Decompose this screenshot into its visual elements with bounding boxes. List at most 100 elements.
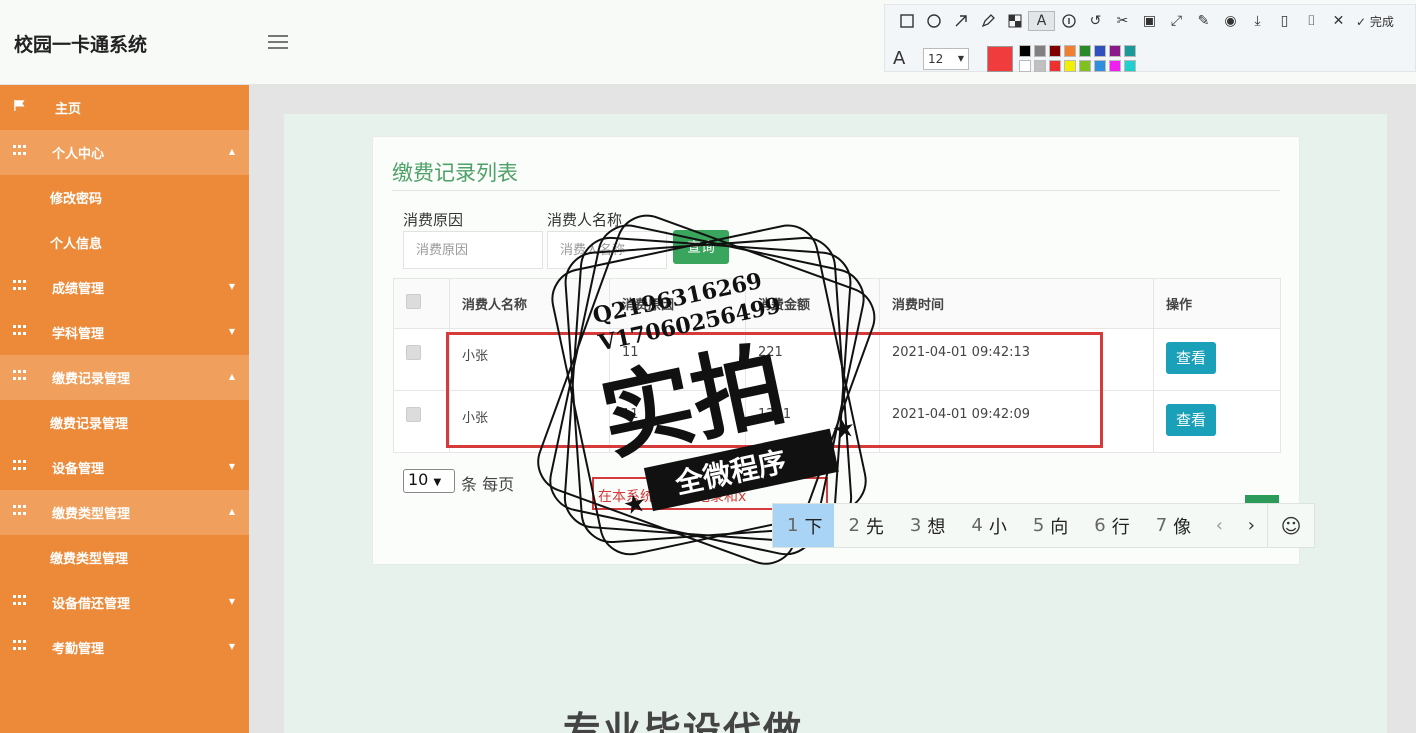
- cell-actions: 查看: [1153, 328, 1281, 391]
- rectangle-tool-icon[interactable]: [893, 11, 920, 31]
- fullscreen-icon[interactable]: ⤢: [1163, 11, 1190, 31]
- view-button[interactable]: 查看: [1166, 404, 1216, 436]
- color-swatch[interactable]: [1094, 60, 1106, 72]
- ellipse-tool-icon[interactable]: [920, 11, 947, 31]
- page-size-value: 10: [408, 470, 429, 489]
- chevron-up-icon: ▲: [228, 147, 235, 156]
- column-header-name[interactable]: 消费人名称: [449, 278, 610, 329]
- sidebar-item-home[interactable]: 主页: [0, 85, 249, 130]
- sidebar-group-payment-types[interactable]: 缴费类型管理 ▲: [0, 490, 249, 535]
- arrow-tool-icon[interactable]: [947, 11, 974, 31]
- menu-toggle-icon[interactable]: [268, 35, 288, 49]
- sidebar-group-personal-center[interactable]: 个人中心 ▲: [0, 130, 249, 175]
- ime-candidate[interactable]: 3想: [896, 504, 957, 547]
- ime-candidate[interactable]: 7像: [1142, 504, 1203, 547]
- pin-icon[interactable]: ✎: [1190, 11, 1217, 31]
- chevron-down-icon: ▼: [228, 282, 235, 291]
- column-header-reason[interactable]: 消费原因: [609, 278, 746, 329]
- ime-next-page-icon[interactable]: ›: [1236, 504, 1269, 547]
- row-checkbox[interactable]: [406, 345, 421, 360]
- records-table: 消费人名称 消费原因 消费金额 消费时间 操作 小张 11 221 2021-0…: [393, 278, 1281, 453]
- color-swatch[interactable]: [1124, 60, 1136, 72]
- grid-icon: [13, 595, 26, 606]
- color-swatch[interactable]: [1019, 60, 1031, 72]
- undo-icon[interactable]: ↺: [1082, 11, 1109, 31]
- reason-input[interactable]: [403, 231, 543, 269]
- chevron-up-icon: ▲: [228, 372, 235, 381]
- title-divider: [392, 190, 1280, 191]
- cell-reason: 11: [609, 328, 746, 391]
- color-swatch[interactable]: [1034, 60, 1046, 72]
- flag-icon: [14, 100, 25, 111]
- row-select-cell: [393, 390, 450, 453]
- color-swatch[interactable]: [1049, 45, 1061, 57]
- ime-candidate[interactable]: 2先: [834, 504, 895, 547]
- ime-candidate[interactable]: 5向: [1019, 504, 1080, 547]
- download-icon[interactable]: ⤓: [1244, 11, 1271, 31]
- color-swatch[interactable]: [1034, 45, 1046, 57]
- sidebar-group-equipment-loans[interactable]: 设备借还管理 ▼: [0, 580, 249, 625]
- sidebar-subitem-personal-info[interactable]: 个人信息: [0, 220, 249, 265]
- close-icon[interactable]: ✕: [1325, 11, 1352, 31]
- font-size-select[interactable]: 12 ▼: [923, 47, 969, 70]
- records-card: 缴费记录列表 消费原因 消费人名称 查询 消费人名称 消费原因 消费金额 消费时…: [372, 136, 1300, 565]
- color-swatch[interactable]: [1109, 60, 1121, 72]
- column-header-time[interactable]: 消费时间: [879, 278, 1154, 329]
- pencil-tool-icon[interactable]: [974, 11, 1001, 31]
- ime-prev-page-icon[interactable]: ‹: [1203, 515, 1235, 536]
- color-palette: [1019, 45, 1136, 72]
- number-marker-tool-icon[interactable]: [1055, 11, 1082, 31]
- sidebar-item-label: 成绩管理: [52, 282, 105, 297]
- chevron-down-icon: ▼: [228, 462, 235, 471]
- row-checkbox[interactable]: [406, 407, 421, 422]
- view-button[interactable]: 查看: [1166, 342, 1216, 374]
- sidebar-group-grade-management[interactable]: 成绩管理 ▼: [0, 265, 249, 310]
- mosaic-tool-icon[interactable]: [1001, 11, 1028, 31]
- query-button[interactable]: 查询: [673, 230, 729, 264]
- chevron-down-icon: ▼: [228, 597, 235, 606]
- ime-candidate[interactable]: 4小: [957, 504, 1018, 547]
- chevron-up-icon: ▲: [228, 507, 235, 516]
- column-header-amount[interactable]: 消费金额: [745, 278, 880, 329]
- column-header-actions: 操作: [1153, 278, 1281, 329]
- color-swatch[interactable]: [1064, 60, 1076, 72]
- sidebar-subitem-payment-types[interactable]: 缴费类型管理: [0, 535, 249, 580]
- sidebar-group-equipment-management[interactable]: 设备管理 ▼: [0, 445, 249, 490]
- sidebar-subitem-change-password[interactable]: 修改密码: [0, 175, 249, 220]
- ime-candidate[interactable]: 6行: [1080, 504, 1141, 547]
- ime-emoji-icon[interactable]: ☺: [1268, 514, 1314, 538]
- chevron-down-icon: ▼: [228, 327, 235, 336]
- color-swatch[interactable]: [1109, 45, 1121, 57]
- cell-reason: 11: [609, 390, 746, 453]
- text-tool-icon[interactable]: A: [1028, 11, 1055, 31]
- sidebar-group-attendance[interactable]: 考勤管理 ▼: [0, 625, 249, 670]
- done-button[interactable]: ✓ 完成: [1356, 13, 1394, 30]
- crop-icon[interactable]: ✂: [1109, 11, 1136, 31]
- color-swatch[interactable]: [1064, 45, 1076, 57]
- color-swatch[interactable]: [1124, 45, 1136, 57]
- sidebar-subitem-payment-records[interactable]: 缴费记录管理: [0, 400, 249, 445]
- bookmark-icon[interactable]: ⌷: [1298, 11, 1325, 31]
- sidebar-item-label: 设备管理: [52, 462, 105, 477]
- select-all-checkbox[interactable]: [406, 294, 421, 309]
- ime-candidate[interactable]: 1下: [773, 504, 835, 547]
- color-swatch[interactable]: [1049, 60, 1061, 72]
- color-swatch[interactable]: [1019, 45, 1031, 57]
- sidebar-item-label: 学科管理: [52, 327, 105, 342]
- page-size-select[interactable]: 10 ▼: [403, 469, 455, 493]
- chevron-down-icon: ▼: [433, 477, 442, 488]
- color-swatch[interactable]: [1079, 60, 1091, 72]
- ocr-icon[interactable]: ▣: [1136, 11, 1163, 31]
- sidebar-item-label: 缴费类型管理: [52, 507, 131, 522]
- sidebar-item-label: 缴费记录管理: [52, 372, 131, 387]
- sidebar-group-payment-records[interactable]: 缴费记录管理 ▲: [0, 355, 249, 400]
- select-all-cell: [393, 278, 450, 329]
- current-color-swatch[interactable]: [987, 45, 1013, 72]
- sidebar-group-subject-management[interactable]: 学科管理 ▼: [0, 310, 249, 355]
- color-swatch[interactable]: [1079, 45, 1091, 57]
- name-input[interactable]: [547, 231, 667, 269]
- record-icon[interactable]: ◉: [1217, 11, 1244, 31]
- phone-icon[interactable]: ▯: [1271, 11, 1298, 31]
- table-row: 小张 11 1221 2021-04-01 09:42:09 查看: [393, 390, 1281, 453]
- color-swatch[interactable]: [1094, 45, 1106, 57]
